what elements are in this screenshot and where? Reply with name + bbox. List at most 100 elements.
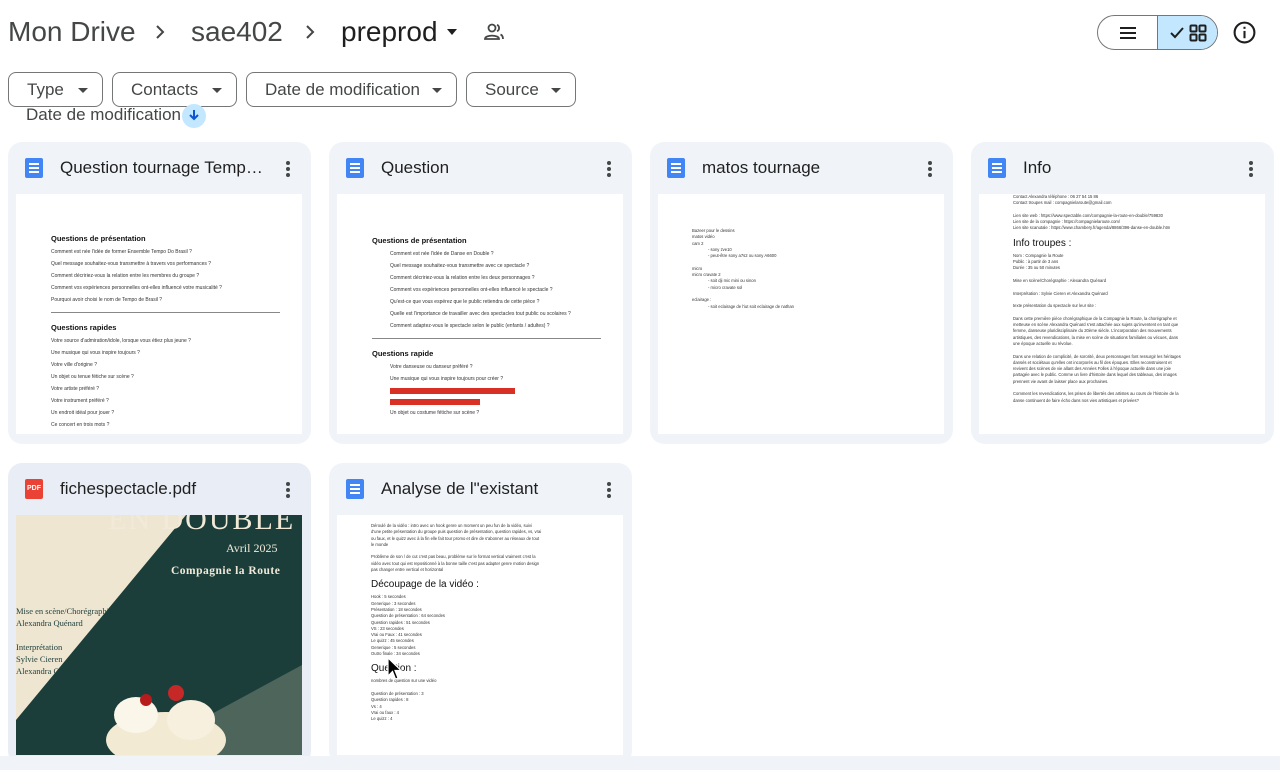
list-view-button[interactable] — [1098, 16, 1158, 49]
grid-view-button[interactable] — [1158, 16, 1217, 49]
preview-line: Votre ville d'origine ? — [51, 362, 97, 368]
credit-line: Alexandra Quénard — [16, 618, 83, 628]
file-preview: EN DOUBLE Avril 2025 Compagnie la Route … — [16, 515, 302, 755]
preview-line: Comment décririez-vous la relation entre… — [51, 273, 200, 279]
file-preview: Contact Alexandra téléphone : 06 27 54 1… — [979, 194, 1265, 434]
file-card[interactable]: PDF fichespectacle.pdf EN DOUBLE Avril 2… — [8, 463, 311, 765]
preview-line: Quel message souhaitez-vous transmettre … — [390, 263, 530, 269]
divider — [372, 338, 601, 339]
preview-line: Votre danseuse ou danseur préféré ? — [390, 364, 473, 370]
grid-icon — [1189, 24, 1206, 41]
filter-modified-chip[interactable]: Date de modification — [246, 72, 457, 107]
preview-line: Un objet ou costume fétiche sur scène ? — [390, 410, 480, 416]
file-preview: Déroulé de la vidéo : intro avec un hook… — [337, 515, 623, 755]
mouse-cursor-icon — [387, 657, 403, 680]
credit-line: Mise en scène/Chorégraphie — [16, 606, 113, 616]
file-name: Question — [381, 158, 450, 177]
breadcrumb-mon-drive[interactable]: Mon Drive — [8, 14, 136, 50]
caret-down-icon — [78, 88, 88, 93]
preview-heading: Questions de présentation — [51, 234, 146, 243]
file-preview: Bazeer pour le dessins matos vidéo cam 2… — [658, 194, 944, 434]
file-preview: Questions de présentation Comment est né… — [337, 194, 623, 434]
bottom-bar — [0, 756, 1280, 770]
list-icon — [1119, 26, 1136, 39]
shared-users-icon[interactable] — [482, 20, 506, 44]
sort-row: Date de modification — [26, 104, 181, 128]
google-docs-icon — [346, 479, 364, 499]
preview-line: Qu'est-ce que vous espérez que le public… — [390, 299, 540, 305]
preview-line: Comment vos expériences personnelles ont… — [390, 287, 553, 293]
filter-contacts-chip[interactable]: Contacts — [112, 72, 237, 107]
check-icon — [1169, 26, 1184, 38]
more-options-icon[interactable] — [600, 479, 618, 501]
preview-heading: Questions rapide — [372, 349, 434, 358]
more-options-icon[interactable] — [279, 479, 297, 501]
preview-line: Comment est née l'idée de former Ensembl… — [51, 249, 192, 255]
credit-line — [16, 629, 113, 641]
poster-credits: Mise en scène/Chorégraphie Alexandra Qué… — [16, 605, 113, 677]
preview-line: Ce concert en trois mots ? — [51, 422, 110, 428]
view-toggle — [1097, 15, 1218, 50]
preview-line: Lien site scanutale : https://www.chambe… — [1013, 225, 1171, 231]
preview-line: Votre instrument préféré ? — [51, 398, 109, 404]
more-options-icon[interactable] — [279, 158, 297, 180]
credit-line: Interprétation — [16, 642, 63, 652]
preview-line: Le quizz : 4 — [371, 716, 393, 722]
chevron-right-icon — [306, 25, 315, 39]
breadcrumb-current-folder[interactable]: preprod — [341, 14, 438, 50]
redacted-line — [390, 388, 515, 394]
sort-direction-button[interactable] — [182, 104, 208, 128]
preview-line: pas changer entre vertical et horizontal — [371, 567, 444, 573]
header: Mon Drive sae402 preprod — [0, 0, 1280, 64]
preview-line: Une musique qui vous inspire toujours po… — [390, 376, 504, 382]
preview-line: Votre source d'admiration/idole, lorsque… — [51, 338, 191, 344]
info-icon[interactable] — [1232, 20, 1257, 45]
filter-contacts-label: Contacts — [131, 79, 199, 99]
file-name: Analyse de l"existant — [381, 479, 539, 498]
filter-type-chip[interactable]: Type — [8, 72, 103, 107]
breadcrumb-sae402[interactable]: sae402 — [191, 14, 283, 50]
file-name: Question tournage Tempo… — [60, 158, 270, 177]
preview-heading: Info troupes : — [1013, 237, 1072, 249]
preview-line: Comment adaptez-vous le spectacle selon … — [390, 323, 550, 329]
preview-line: Pourquoi avoir choisi le nom de Tempo de… — [51, 297, 163, 303]
file-card[interactable]: Question tournage Tempo… Questions de pr… — [8, 142, 311, 444]
preview-line: Un endroit idéal pour jouer ? — [51, 410, 115, 416]
file-card[interactable]: matos tournage Bazeer pour le dessins ma… — [650, 142, 953, 444]
preview-line: Quel message souhaitez-vous transmettre … — [51, 261, 212, 267]
preview-heading: Découpage de la vidéo : — [371, 579, 479, 591]
filter-source-label: Source — [485, 79, 539, 99]
chevron-right-icon — [156, 25, 165, 39]
file-card[interactable]: Analyse de l"existant Déroulé de la vidé… — [329, 463, 632, 765]
preview-heading: Questions de présentation — [372, 236, 467, 245]
google-docs-icon — [667, 158, 685, 178]
caret-down-icon — [551, 88, 561, 93]
preview-line: Comment est née l'idée de Danse en Doubl… — [390, 251, 494, 257]
preview-line: - soit eclairage de l'iut soit eclairage… — [708, 303, 794, 309]
preview-line: Comment vos expériences personnelles ont… — [51, 285, 222, 291]
file-name: matos tournage — [702, 158, 821, 177]
file-card[interactable]: Question Questions de présentation Comme… — [329, 142, 632, 444]
poster-title: EN DOUBLE — [108, 515, 296, 536]
credit-line: Sylvie Cieren — [16, 654, 63, 664]
caret-down-icon — [212, 88, 222, 93]
more-options-icon[interactable] — [600, 158, 618, 180]
preview-line: danse continuent de faire écho dans nos … — [1013, 397, 1139, 403]
preview-line: Votre artiste préféré ? — [51, 386, 100, 392]
sort-label[interactable]: Date de modification — [26, 105, 181, 124]
file-card[interactable]: Info Contact Alexandra téléphone : 06 27… — [971, 142, 1274, 444]
filter-source-chip[interactable]: Source — [466, 72, 576, 107]
file-preview: Questions de présentation Comment est né… — [16, 194, 302, 434]
filter-modified-label: Date de modification — [265, 79, 420, 99]
preview-line: Comment décririez-vous la relation entre… — [390, 275, 535, 281]
pdf-icon: PDF — [25, 479, 43, 499]
google-docs-icon — [346, 158, 364, 178]
divider — [51, 312, 280, 313]
poster-company: Compagnie la Route — [171, 565, 281, 577]
poster-date: Avril 2025 — [226, 541, 278, 555]
more-options-icon[interactable] — [1242, 158, 1260, 180]
caret-down-icon[interactable] — [444, 24, 460, 40]
file-name: fichespectacle.pdf — [60, 479, 197, 498]
preview-heading: Question : — [371, 663, 417, 675]
more-options-icon[interactable] — [921, 158, 939, 180]
